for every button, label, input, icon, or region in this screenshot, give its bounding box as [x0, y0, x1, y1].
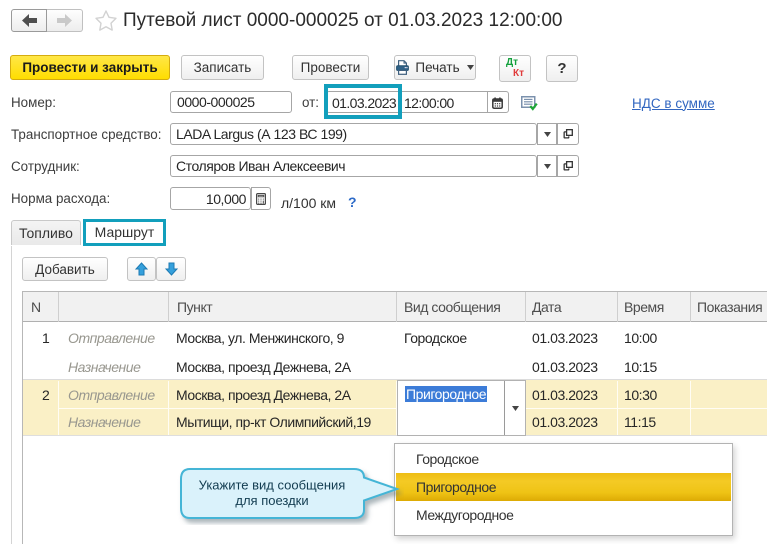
- svg-text:для поездки: для поездки: [235, 493, 308, 508]
- svg-text:Укажите вид сообщения: Укажите вид сообщения: [199, 478, 346, 493]
